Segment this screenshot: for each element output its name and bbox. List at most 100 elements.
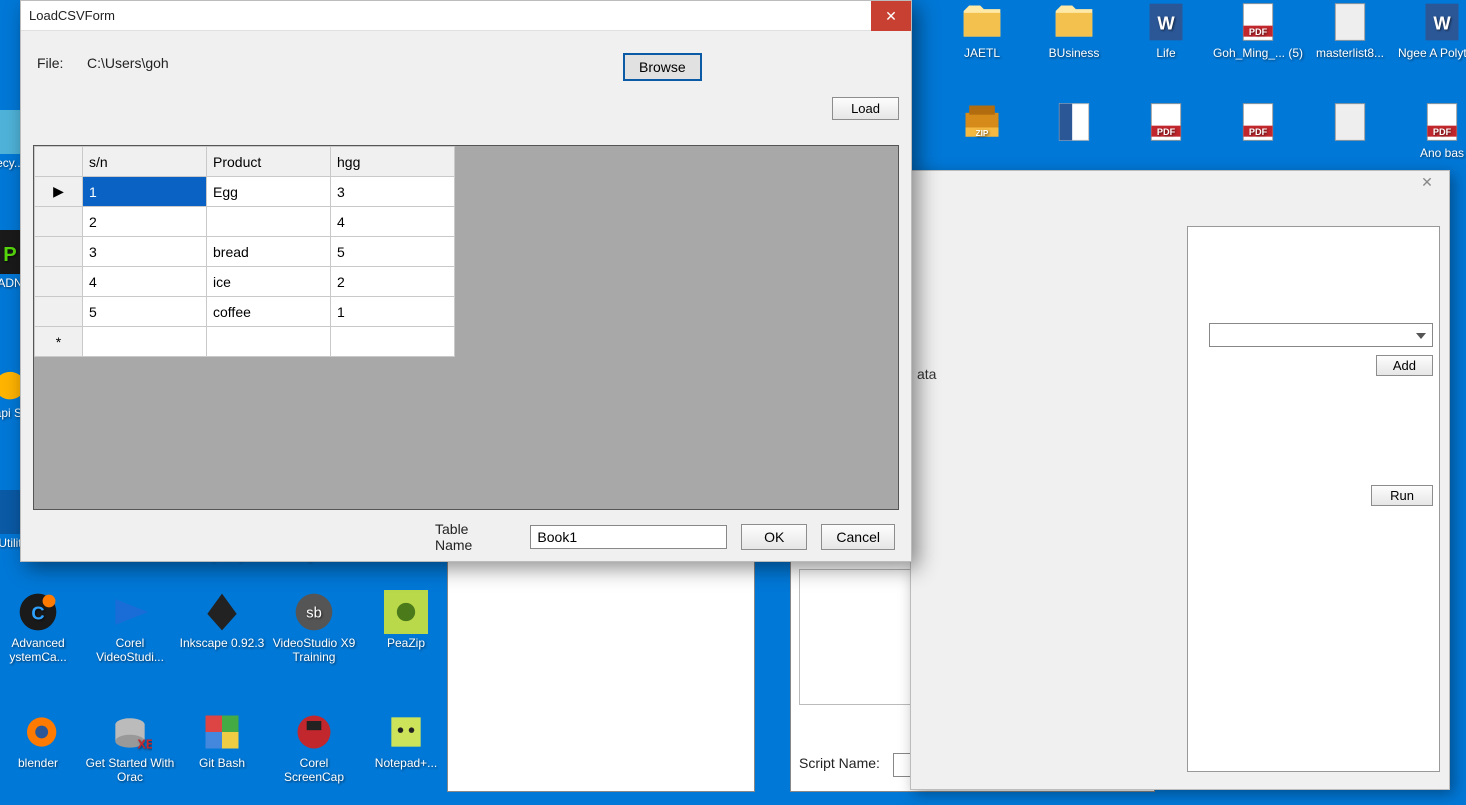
cell-hgg[interactable] xyxy=(331,327,455,357)
desktop-icon-zip[interactable]: ZIP xyxy=(936,100,1028,146)
folder-icon xyxy=(960,0,1004,44)
app-icon: sb xyxy=(292,590,336,634)
desktop-icon-corelcap[interactable]: Corel ScreenCap xyxy=(268,710,360,785)
desktop-icon-gitbash[interactable]: Git Bash xyxy=(176,710,268,770)
app-icon xyxy=(108,590,152,634)
cell-product[interactable] xyxy=(207,207,331,237)
close-icon[interactable]: ✕ xyxy=(1413,171,1441,193)
data-grid[interactable]: s/n Product hgg ▶ 1 Egg 3 2 4 3 bread 5 xyxy=(33,145,899,510)
add-button[interactable]: Add xyxy=(1376,355,1433,376)
grid-row[interactable]: 3 bread 5 xyxy=(35,237,455,267)
desktop-icon-generic2[interactable] xyxy=(1304,100,1396,146)
load-button[interactable]: Load xyxy=(832,97,899,120)
row-header xyxy=(35,297,83,327)
cell-product[interactable]: Egg xyxy=(207,177,331,207)
app-icon xyxy=(200,590,244,634)
desktop-icon-gohming[interactable]: PDF Goh_Ming_... (5) xyxy=(1212,0,1304,60)
desktop-icon-jaetl[interactable]: JAETL xyxy=(936,0,1028,60)
desktop-icon-pdf1[interactable]: PDF xyxy=(1120,100,1212,146)
desktop-icon-advsys[interactable]: C Advanced ystemCa... xyxy=(0,590,84,665)
desktop-icon-life[interactable]: W Life xyxy=(1120,0,1212,60)
desktop-icon-inkscape[interactable]: Inkscape 0.92.3 xyxy=(176,590,268,650)
script-name-label: Script Name: xyxy=(799,755,880,771)
run-button[interactable]: Run xyxy=(1371,485,1433,506)
file-label: File: xyxy=(37,55,87,71)
col-header-sn[interactable]: s/n xyxy=(83,147,207,177)
row-header-corner[interactable] xyxy=(35,147,83,177)
cancel-button[interactable]: Cancel xyxy=(821,524,895,550)
cell-product[interactable]: coffee xyxy=(207,297,331,327)
loadcsvform-window: LoadCSVForm ✕ File: C:\Users\goh Browse … xyxy=(20,0,912,562)
cell-product[interactable]: ice xyxy=(207,267,331,297)
close-button[interactable]: ✕ xyxy=(871,1,911,31)
svg-text:W: W xyxy=(1433,12,1451,33)
row-header xyxy=(35,207,83,237)
titlebar: LoadCSVForm ✕ xyxy=(21,1,911,31)
pdf-icon: PDF xyxy=(1420,100,1464,144)
desktop-icon-notepadpp[interactable]: Notepad+... xyxy=(360,710,452,770)
grid-row[interactable]: 5 coffee 1 xyxy=(35,297,455,327)
svg-text:C: C xyxy=(31,602,44,623)
desktop-icon-anobas[interactable]: PDF Ano bas xyxy=(1396,100,1466,160)
svg-text:P: P xyxy=(3,244,16,266)
folder-icon xyxy=(1052,0,1096,44)
app-icon xyxy=(200,710,244,754)
cell-sn[interactable]: 5 xyxy=(83,297,207,327)
row-header xyxy=(35,237,83,267)
grid-header-row: s/n Product hgg xyxy=(35,147,455,177)
grid-row[interactable]: ▶ 1 Egg 3 xyxy=(35,177,455,207)
grid-new-row[interactable]: * xyxy=(35,327,455,357)
col-header-product[interactable]: Product xyxy=(207,147,331,177)
cell-sn[interactable]: 1 xyxy=(83,177,207,207)
word-icon xyxy=(1052,100,1096,144)
table-name-input[interactable] xyxy=(530,525,727,549)
browse-button[interactable]: Browse xyxy=(623,53,702,81)
pdf-icon: PDF xyxy=(1236,0,1280,44)
cell-product[interactable]: bread xyxy=(207,237,331,267)
generic-file-icon xyxy=(1328,0,1372,44)
svg-text:sb: sb xyxy=(306,606,321,622)
cell-hgg[interactable]: 5 xyxy=(331,237,455,267)
cell-sn[interactable]: 2 xyxy=(83,207,207,237)
cell-hgg[interactable]: 3 xyxy=(331,177,455,207)
desktop-icon-ngee[interactable]: W Ngee A Polytech xyxy=(1396,0,1466,60)
desktop-icon-corelvs[interactable]: Corel VideoStudi... xyxy=(84,590,176,665)
load-window: ✕ Load Load Add ata Run xyxy=(910,170,1450,790)
window-title: LoadCSVForm xyxy=(29,8,115,23)
cell-product[interactable] xyxy=(207,327,331,357)
desktop-icon-business[interactable]: BUsiness xyxy=(1028,0,1120,60)
desktop-icon-masterlist[interactable]: masterlist8... xyxy=(1304,0,1396,60)
app-icon xyxy=(384,590,428,634)
svg-text:PDF: PDF xyxy=(1157,127,1176,137)
cell-hgg[interactable]: 1 xyxy=(331,297,455,327)
pdf-icon: PDF xyxy=(1236,100,1280,144)
cell-hgg[interactable]: 2 xyxy=(331,267,455,297)
desktop-icon-getstarted[interactable]: XE Get Started With Orac xyxy=(84,710,176,785)
table-name-label: Table Name xyxy=(435,521,508,553)
svg-text:XE: XE xyxy=(137,737,152,752)
cell-hgg[interactable]: 4 xyxy=(331,207,455,237)
app-icon xyxy=(16,710,60,754)
grid-row[interactable]: 4 ice 2 xyxy=(35,267,455,297)
col-header-hgg[interactable]: hgg xyxy=(331,147,455,177)
zip-icon: ZIP xyxy=(960,100,1004,144)
generic-file-icon xyxy=(1328,100,1372,144)
grid-row[interactable]: 2 4 xyxy=(35,207,455,237)
desktop-icon-pdf2[interactable]: PDF xyxy=(1212,100,1304,146)
background-panel-1 xyxy=(447,560,755,792)
app-icon xyxy=(292,710,336,754)
cell-sn[interactable]: 4 xyxy=(83,267,207,297)
cell-sn[interactable]: 3 xyxy=(83,237,207,267)
app-icon xyxy=(384,710,428,754)
desktop-icon-blender[interactable]: blender xyxy=(0,710,84,770)
ata-label: ata xyxy=(917,366,936,382)
desktop-icon-vsx9[interactable]: sb VideoStudio X9 Training xyxy=(268,590,360,665)
svg-text:PDF: PDF xyxy=(1433,127,1452,137)
file-path: C:\Users\goh xyxy=(87,55,169,71)
desktop-icon-word2[interactable] xyxy=(1028,100,1120,146)
select-dropdown[interactable] xyxy=(1209,323,1433,347)
ok-button[interactable]: OK xyxy=(741,524,807,550)
desktop-icon-peazip[interactable]: PeaZip xyxy=(360,590,452,650)
row-indicator: ▶ xyxy=(35,177,83,207)
cell-sn[interactable] xyxy=(83,327,207,357)
